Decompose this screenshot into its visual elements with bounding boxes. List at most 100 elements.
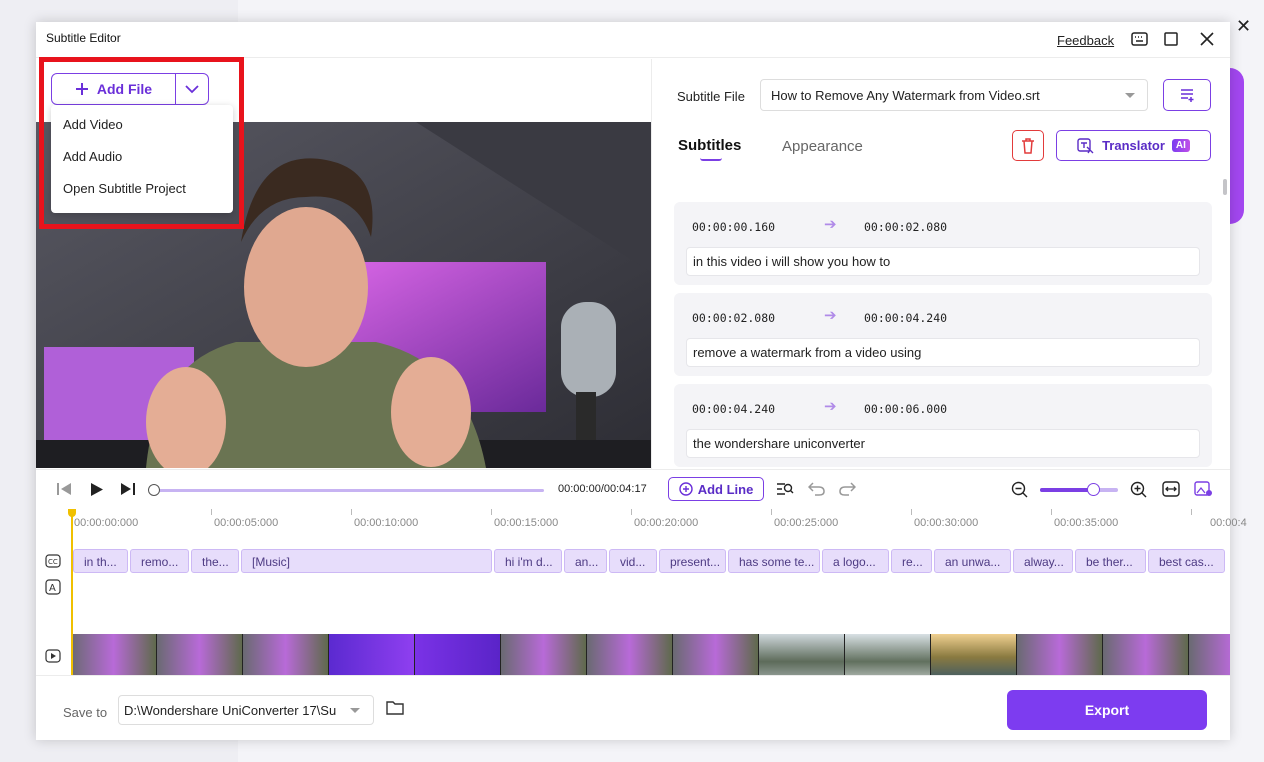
video-filmstrip[interactable] [71,634,1230,680]
end-time[interactable]: 00:00:04.240 [864,311,947,325]
zoom-in-icon[interactable] [1130,481,1147,498]
subtitle-clip[interactable]: alway... [1013,549,1073,573]
bottom-bar: Save to D:\Wondershare UniConverter 17\S… [36,675,1230,740]
subtitle-clip[interactable]: be ther... [1075,549,1146,573]
add-file-dropdown-toggle[interactable] [175,74,208,104]
folder-icon[interactable] [386,700,404,720]
save-path-select[interactable]: D:\Wondershare UniConverter 17\Su [118,695,374,725]
ruler-label: 00:00:30:000 [914,517,979,529]
video-track-icon [45,648,61,664]
arrow-right-icon: ➔ [824,216,837,233]
subtitle-file-label: Subtitle File [677,89,745,104]
feedback-link[interactable]: Feedback [1057,33,1114,48]
maximize-icon[interactable] [1162,30,1180,48]
zoom-slider[interactable] [1040,488,1118,492]
play-icon[interactable] [90,482,104,497]
ruler-label: 00:00:20:000 [634,517,699,529]
ruler-label: 00:00:00:000 [74,517,139,529]
subtitle-text-field[interactable]: the wondershare uniconverter [686,429,1200,458]
arrow-right-icon: ➔ [824,398,837,415]
subtitle-list-button[interactable] [1163,79,1211,111]
undo-icon[interactable] [808,481,825,496]
subtitle-clip[interactable]: in th... [73,549,128,573]
translator-button[interactable]: Translator AI [1056,130,1211,161]
redo-icon[interactable] [839,481,856,496]
close-icon[interactable] [1198,30,1216,48]
keyboard-icon[interactable] [1130,30,1148,48]
subtitle-file-select[interactable]: How to Remove Any Watermark from Video.s… [760,79,1148,111]
subtitle-clip[interactable]: hi i'm d... [494,549,562,573]
delete-button[interactable] [1012,130,1044,161]
chevron-down-icon [185,84,199,93]
subtitle-clip[interactable]: vid... [609,549,657,573]
subtitle-track-icon: CC [45,553,61,569]
save-path-value: D:\Wondershare UniConverter 17\Su [124,703,337,718]
subtitle-entry[interactable]: 00:00:04.240 ➔ 00:00:06.000 the wondersh… [674,384,1212,467]
tab-appearance[interactable]: Appearance [782,138,863,155]
subtitle-clip[interactable]: present... [659,549,726,573]
add-file-button[interactable]: Add File [52,74,175,104]
subtitle-clip[interactable]: [Music] [241,549,492,573]
ruler-label: 00:00:10:000 [354,517,419,529]
zoom-knob[interactable] [1087,483,1100,496]
timeline-ruler: 00:00:00:000 00:00:05:000 00:00:10:000 0… [71,509,1247,535]
subtitle-clip[interactable]: a logo... [822,549,889,573]
start-time[interactable]: 00:00:00.160 [692,220,775,234]
previous-frame-icon[interactable] [56,482,72,496]
subtitle-clip[interactable]: has some te... [728,549,820,573]
app-close-icon[interactable]: ✕ [1236,16,1251,37]
ruler-label: 00:00:35:000 [1054,517,1119,529]
subtitle-entry[interactable]: 00:00:02.080 ➔ 00:00:04.240 remove a wat… [674,293,1212,376]
subtitle-clip[interactable]: an unwa... [934,549,1011,573]
caret-down-icon [1125,93,1135,98]
zoom-out-icon[interactable] [1011,481,1028,498]
end-time[interactable]: 00:00:02.080 [864,220,947,234]
add-file-label: Add File [96,81,153,97]
translate-icon [1077,137,1094,153]
export-button[interactable]: Export [1007,690,1207,730]
timeline[interactable]: 00:00:00:000 00:00:05:000 00:00:10:000 0… [36,509,1247,693]
subtitle-clip[interactable]: re... [891,549,932,573]
subtitle-text-field[interactable]: in this video i will show you how to [686,247,1200,276]
subtitle-clip[interactable]: remo... [130,549,189,573]
menu-item-add-audio[interactable]: Add Audio [51,141,233,173]
caret-down-icon [350,708,360,713]
playback-knob[interactable] [148,484,160,496]
subtitle-clip[interactable]: best cas... [1148,549,1225,573]
subtitle-clip[interactable]: the... [191,549,239,573]
player-controls: 00:00:00/00:04:17 Add Line [36,469,1230,509]
start-time[interactable]: 00:00:04.240 [692,402,775,416]
find-replace-icon[interactable] [776,481,794,497]
tab-subtitles[interactable]: Subtitles [678,137,741,154]
add-line-button[interactable]: Add Line [668,477,764,501]
list-icon [1181,89,1194,102]
plus-icon [75,83,88,95]
playback-progress-bar[interactable] [154,489,544,492]
subtitle-panel: Subtitle File How to Remove Any Watermar… [651,59,1230,485]
subtitle-editor-dialog: Subtitle Editor Feedback Add File Add Vi… [36,22,1247,740]
start-time[interactable]: 00:00:02.080 [692,311,775,325]
subtitle-clip[interactable]: an... [564,549,607,573]
menu-item-add-video[interactable]: Add Video [51,109,233,141]
subtitle-scrollbar[interactable] [1223,179,1227,195]
playback-time: 00:00:00/00:04:17 [558,483,647,495]
translator-label: Translator [1102,138,1165,153]
menu-item-open-subtitle-project[interactable]: Open Subtitle Project [51,173,233,205]
add-image-icon[interactable] [1194,481,1212,497]
next-frame-icon[interactable] [120,482,136,496]
add-file-split-button[interactable]: Add File [51,73,209,105]
save-to-label: Save to [63,705,108,720]
ruler-label: 00:00:25:000 [774,517,839,529]
playhead[interactable] [68,509,76,675]
end-time[interactable]: 00:00:06.000 [864,402,947,416]
ruler-label: 00:00:4 [1210,517,1247,529]
subtitle-text-field[interactable]: remove a watermark from a video using [686,338,1200,367]
subtitle-file-value: How to Remove Any Watermark from Video.s… [771,88,1040,103]
plus-circle-icon [678,482,693,496]
add-line-label: Add Line [697,481,754,497]
fit-timeline-icon[interactable] [1162,481,1180,497]
arrow-right-icon: ➔ [824,307,837,324]
subtitle-entry[interactable]: 00:00:00.160 ➔ 00:00:02.080 in this vide… [674,202,1212,285]
dialog-title: Subtitle Editor [46,31,121,45]
ruler-label: 00:00:15:000 [494,517,559,529]
